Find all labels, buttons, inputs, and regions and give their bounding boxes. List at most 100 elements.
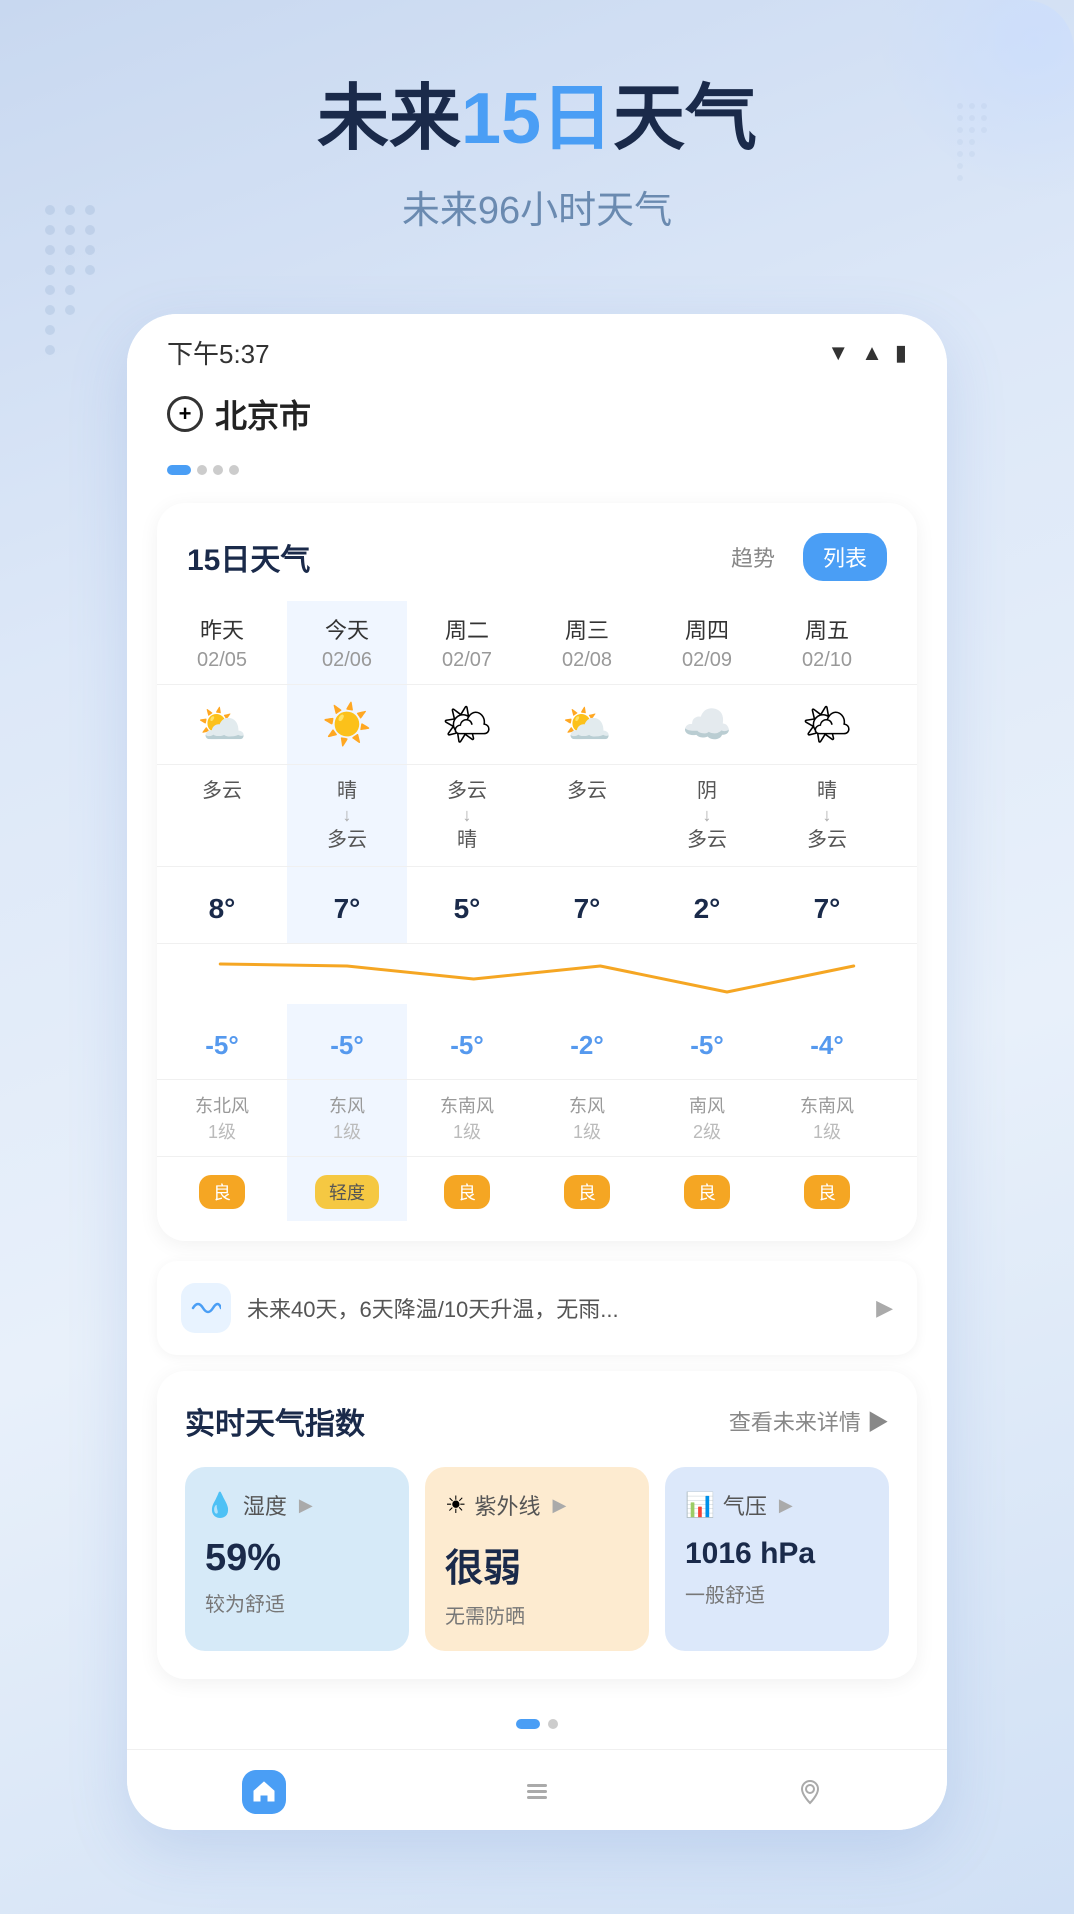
air-fri: 良: [767, 1157, 887, 1221]
temp-low-row: -5° -5° -5° -2° -5° -4°: [157, 1004, 917, 1080]
pressure-card[interactable]: 📊 气压 ▶ 1016 hPa 一般舒适: [665, 1467, 889, 1651]
index-header: 实时天气指数 查看未来详情 ▶: [185, 1399, 889, 1443]
status-time: 下午5:37: [167, 334, 270, 371]
weather-card-header: 15日天气 趋势 列表: [157, 533, 917, 601]
weather-table: 昨天 02/05 今天 02/06 周二 02/07 周三 02/08: [157, 601, 917, 1221]
icon-thu: ☁️: [647, 685, 767, 764]
pressure-icon: 📊: [685, 1491, 715, 1520]
desc-wed: 多云: [527, 765, 647, 866]
wind-wed: 东风 1级: [527, 1080, 647, 1156]
location-name: 北京市: [215, 391, 311, 437]
low-tue: -5°: [407, 1004, 527, 1079]
nav-home[interactable]: [242, 1770, 286, 1814]
index-title: 实时天气指数: [185, 1399, 365, 1443]
nav-list[interactable]: [515, 1770, 559, 1814]
high-today: 7°: [287, 867, 407, 943]
forecast-chevron: ▶: [876, 1295, 893, 1321]
tab-trend[interactable]: 趋势: [711, 533, 795, 581]
dot-active: [167, 465, 191, 475]
index-cards: 💧 湿度 ▶ 59% 较为舒适 ☀ 紫外线 ▶ 很弱 无需防晒: [185, 1467, 889, 1651]
status-icons: ▼ ▲ ▮: [827, 340, 907, 366]
page-indicator: [127, 1709, 947, 1739]
phone-mockup: 下午5:37 ▼ ▲ ▮ + 北京市 15日天气 趋势 列表: [127, 314, 947, 1830]
icon-yesterday: ⛅: [157, 685, 287, 764]
wind-thu: 南风 2级: [647, 1080, 767, 1156]
forecast-text: 未来40天，6天降温/10天升温，无雨...: [247, 1292, 860, 1324]
location-bar[interactable]: + 北京市: [127, 381, 947, 457]
location-icon: [788, 1770, 832, 1814]
battery-icon: ▮: [895, 340, 907, 366]
col-wed: 周三 02/08: [527, 601, 647, 684]
col-today: 今天 02/06: [287, 601, 407, 684]
humidity-card[interactable]: 💧 湿度 ▶ 59% 较为舒适: [185, 1467, 409, 1651]
high-fri: 7°: [767, 867, 887, 943]
tab-list[interactable]: 列表: [803, 533, 887, 581]
desc-fri: 晴 ↓ 多云: [767, 765, 887, 866]
wave-icon: [181, 1283, 231, 1333]
bg-dots-right: [924, 100, 1044, 280]
hero-section: 未来15日天气 未来96小时天气: [0, 0, 1074, 294]
index-section: 实时天气指数 查看未来详情 ▶ 💧 湿度 ▶ 59% 较为舒适: [157, 1371, 917, 1679]
air-today: 轻度: [287, 1157, 407, 1221]
home-icon: [242, 1770, 286, 1814]
low-wed: -2°: [527, 1004, 647, 1079]
nav-location[interactable]: [788, 1770, 832, 1814]
icon-fri: 🌤: [767, 685, 887, 764]
wind-row: 东北风 1级 东风 1级 东南风 1级 东风 1级: [157, 1080, 917, 1157]
wind-today: 东风 1级: [287, 1080, 407, 1156]
low-today: -5°: [287, 1004, 407, 1079]
uv-value: 很弱: [445, 1537, 629, 1592]
col-tue: 周二 02/07: [407, 601, 527, 684]
high-yesterday: 8°: [157, 867, 287, 943]
desc-tue: 多云 ↓ 晴: [407, 765, 527, 866]
desc-yesterday: 多云: [157, 765, 287, 866]
humidity-value: 59%: [205, 1537, 389, 1580]
col-fri: 周五 02/10: [767, 601, 887, 684]
low-fri: -4°: [767, 1004, 887, 1079]
wind-fri: 东南风 1级: [767, 1080, 887, 1156]
weather-desc-row: 多云 晴 ↓ 多云 多云 ↓ 晴 多云: [157, 765, 917, 867]
wifi-icon: ▼: [827, 340, 849, 366]
desc-today: 晴 ↓ 多云: [287, 765, 407, 866]
page-dot-1: [516, 1719, 540, 1729]
low-thu: -5°: [647, 1004, 767, 1079]
day-names-row: 昨天 02/05 今天 02/06 周二 02/07 周三 02/08: [157, 601, 917, 685]
icon-wed: ⛅: [527, 685, 647, 764]
col-thu: 周四 02/09: [647, 601, 767, 684]
high-wed: 7°: [527, 867, 647, 943]
weather-icons-row: ⛅ ☀️ 🌤 ⛅ ☁️ 🌤: [157, 685, 917, 765]
dot-2: [213, 465, 223, 475]
uv-card[interactable]: ☀ 紫外线 ▶ 很弱 无需防晒: [425, 1467, 649, 1651]
icon-today: ☀️: [287, 685, 407, 764]
bottom-nav: [127, 1749, 947, 1830]
hero-title: 未来15日天气: [40, 80, 1034, 159]
dot-1: [197, 465, 207, 475]
page-dot-2: [548, 1719, 558, 1729]
humidity-desc: 较为舒适: [205, 1588, 389, 1617]
humidity-card-header: 💧 湿度 ▶: [205, 1489, 389, 1521]
air-thu: 良: [647, 1157, 767, 1221]
uv-card-header: ☀ 紫外线 ▶: [445, 1489, 629, 1521]
icon-tue: 🌤: [407, 685, 527, 764]
wind-tue: 东南风 1级: [407, 1080, 527, 1156]
status-bar: 下午5:37 ▼ ▲ ▮: [127, 314, 947, 381]
temp-high-row: 8° 7° 5° 7° 2° 7°: [157, 867, 917, 944]
pressure-desc: 一般舒适: [685, 1579, 869, 1608]
uv-icon: ☀: [445, 1491, 467, 1520]
bg-dots-left: [40, 200, 160, 380]
list-icon: [515, 1770, 559, 1814]
temp-chart: [157, 944, 917, 1004]
wind-yesterday: 东北风 1级: [157, 1080, 287, 1156]
low-yesterday: -5°: [157, 1004, 287, 1079]
forecast-bar[interactable]: 未来40天，6天降温/10天升温，无雨... ▶: [157, 1261, 917, 1355]
dot-3: [229, 465, 239, 475]
air-quality-row: 良 轻度 良 良 良 良: [157, 1157, 917, 1221]
weather-card: 15日天气 趋势 列表 昨天 02/05 今天 02/06: [157, 503, 917, 1241]
pressure-value: 1016 hPa: [685, 1537, 869, 1571]
col-yesterday: 昨天 02/05: [157, 601, 287, 684]
index-link[interactable]: 查看未来详情 ▶: [729, 1405, 889, 1437]
phone-container: 下午5:37 ▼ ▲ ▮ + 北京市 15日天气 趋势 列表: [0, 294, 1074, 1870]
desc-thu: 阴 ↓ 多云: [647, 765, 767, 866]
hero-subtitle: 未来96小时天气: [40, 179, 1034, 234]
tab-group: 趋势 列表: [711, 533, 887, 581]
